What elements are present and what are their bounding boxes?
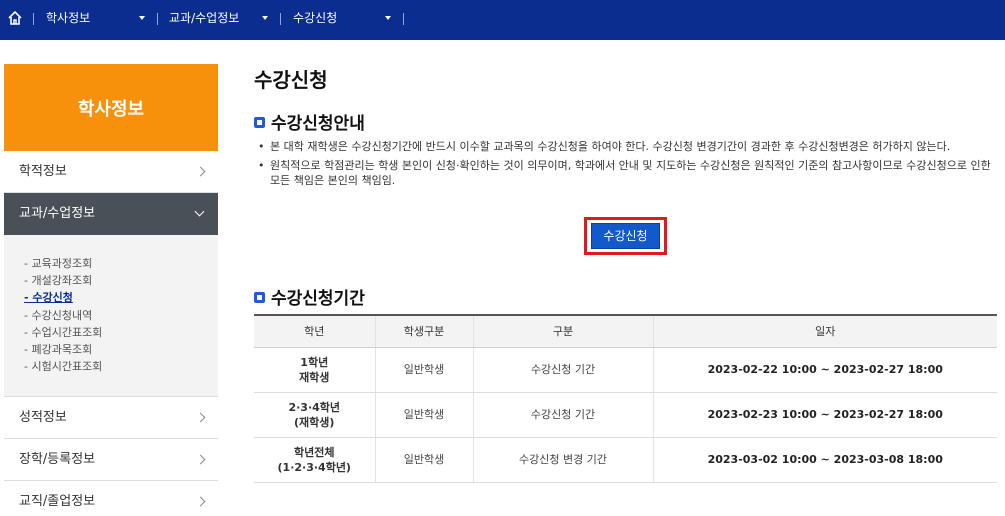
column-header: 구분	[472, 315, 653, 348]
kind-cell: 수강신청 기간	[472, 392, 653, 438]
nav-menu-registration[interactable]: 수강신청	[293, 9, 337, 27]
page-title: 수강신청	[254, 68, 328, 92]
grade-line: 학년전체	[294, 445, 335, 459]
sidebar-item-graduation[interactable]: 교직/졸업정보	[4, 481, 218, 516]
sidebar-item-curriculum[interactable]: 교과/수업정보	[4, 193, 218, 235]
chevron-right-icon	[195, 496, 206, 507]
kind-cell: 수강신청 변경 기간	[472, 437, 653, 483]
nav-menu-curriculum[interactable]: 교과/수업정보	[169, 9, 239, 27]
chevron-down-icon	[194, 206, 205, 217]
square-bullet-icon	[254, 117, 265, 128]
nav-separator	[157, 13, 158, 25]
column-header: 학생구분	[374, 315, 473, 348]
period-section-title: 수강신청기간	[254, 284, 365, 309]
top-nav-bar: 학사정보 교과/수업정보 수강신청	[0, 0, 1005, 40]
student-type-cell: 일반학생	[374, 392, 473, 438]
student-type-cell: 일반학생	[374, 437, 473, 483]
grade-cell: 1학년 재학생	[254, 347, 375, 393]
sidebar-item-scholarship[interactable]: 장학/등록정보	[4, 439, 218, 481]
date-cell: 2023-03-02 10:00 ~ 2023-03-08 18:00	[652, 437, 997, 483]
chevron-right-icon	[195, 166, 206, 177]
sidebar-item-student-records[interactable]: 학적정보	[4, 151, 218, 193]
chevron-down-icon[interactable]	[385, 16, 391, 20]
submenu-item[interactable]: - 시험시간표조회	[24, 358, 218, 375]
grade-line: 1학년	[300, 355, 329, 369]
grade-line: (재학생)	[294, 415, 335, 429]
sidebar-header: 학사정보	[4, 64, 218, 151]
section-title-text: 수강신청기간	[271, 289, 365, 309]
column-header: 일자	[652, 315, 997, 348]
guide-note: 본 대학 재학생은 수강신청기간에 반드시 이수할 교과목의 수강신청을 하여야…	[258, 139, 998, 154]
nav-separator	[403, 13, 404, 25]
sidebar-submenu: - 교육과정조회 - 개설강좌조회 - 수강신청 - 수강신청내역 - 수업시간…	[4, 235, 218, 397]
sidebar-item-label: 교직/졸업정보	[19, 494, 96, 509]
sidebar-item-grades[interactable]: 성적정보	[4, 397, 218, 439]
chevron-down-icon[interactable]	[262, 16, 268, 20]
guide-section-title: 수강신청안내	[254, 109, 365, 134]
grade-cell: 학년전체 (1·2·3·4학년)	[254, 437, 375, 483]
sidebar-item-label: 장학/등록정보	[19, 452, 96, 467]
nav-separator	[33, 13, 34, 25]
grade-line: (1·2·3·4학년)	[277, 460, 351, 474]
nav-separator	[280, 13, 281, 25]
submenu-item[interactable]: - 수강신청내역	[24, 307, 218, 324]
sidebar-item-label: 교과/수업정보	[19, 206, 96, 221]
chevron-right-icon	[195, 454, 206, 465]
registration-period-table: 학년 학생구분 구분 일자 1학년 재학생 일반학생 수강신청 기간 2023-0…	[254, 314, 997, 483]
grade-line: 2·3·4학년	[288, 400, 341, 414]
chevron-right-icon	[195, 412, 206, 423]
submenu-item[interactable]: - 수업시간표조회	[24, 324, 218, 341]
home-icon[interactable]	[7, 10, 23, 26]
guide-notes: 본 대학 재학생은 수강신청기간에 반드시 이수할 교과목의 수강신청을 하여야…	[258, 139, 998, 192]
submenu-item-active[interactable]: - 수강신청	[24, 289, 218, 306]
date-cell: 2023-02-22 10:00 ~ 2023-02-27 18:00	[652, 347, 997, 393]
table-row: 2·3·4학년 (재학생) 일반학생 수강신청 기간 2023-02-23 10:…	[254, 392, 997, 438]
grade-cell: 2·3·4학년 (재학생)	[254, 392, 375, 438]
apply-course-button[interactable]: 수강신청	[591, 223, 660, 249]
chevron-down-icon[interactable]	[139, 16, 145, 20]
sidebar-item-label: 성적정보	[19, 410, 67, 425]
sidebar-item-label: 학적정보	[19, 164, 67, 179]
submenu-item[interactable]: - 개설강좌조회	[24, 272, 218, 289]
table-row: 1학년 재학생 일반학생 수강신청 기간 2023-02-22 10:00 ~ 2…	[254, 347, 997, 393]
section-title-text: 수강신청안내	[271, 114, 365, 134]
square-bullet-icon	[254, 292, 265, 303]
submenu-item[interactable]: - 폐강과목조회	[24, 341, 218, 358]
submenu-item[interactable]: - 교육과정조회	[24, 255, 218, 272]
table-row: 학년전체 (1·2·3·4학년) 일반학생 수강신청 변경 기간 2023-03-…	[254, 437, 997, 483]
column-header: 학년	[254, 315, 375, 348]
date-cell: 2023-02-23 10:00 ~ 2023-02-27 18:00	[652, 392, 997, 438]
guide-note: 원칙적으로 학점관리는 학생 본인이 신청·확인하는 것이 의무이며, 학과에서…	[258, 158, 998, 188]
kind-cell: 수강신청 기간	[472, 347, 653, 393]
grade-line: 재학생	[299, 370, 330, 384]
student-type-cell: 일반학생	[374, 347, 473, 393]
nav-menu-academic[interactable]: 학사정보	[46, 9, 90, 27]
